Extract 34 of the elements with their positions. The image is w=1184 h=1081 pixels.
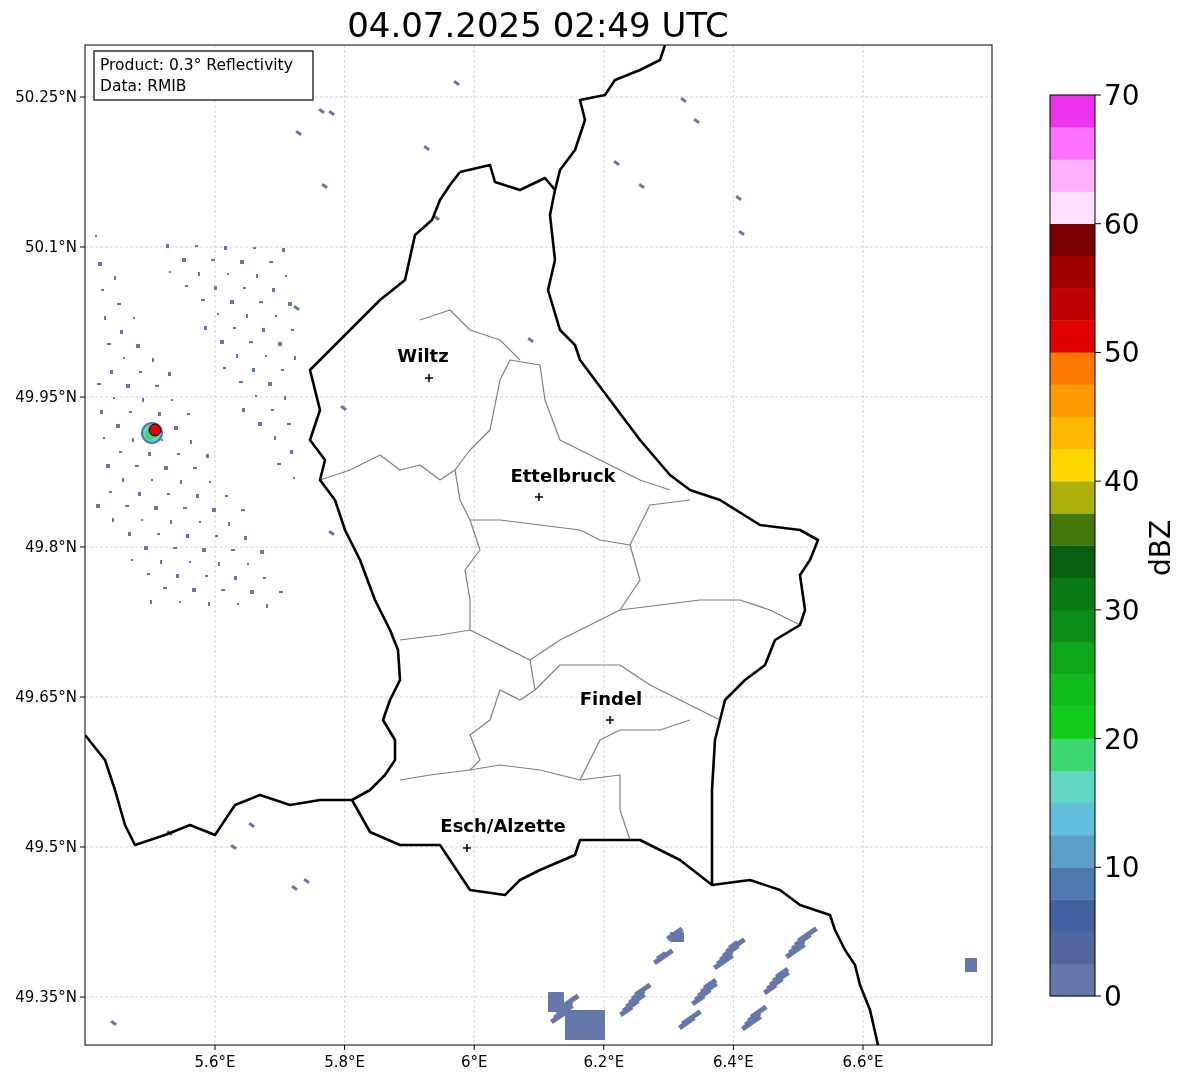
longitude-label: 5.6°E xyxy=(194,1053,236,1071)
chart-title: 04.07.2025 02:49 UTC xyxy=(347,5,729,45)
colorbar-tick-label: 10 xyxy=(1104,851,1140,885)
city-marker-icon xyxy=(462,843,472,853)
colorbar-tick-label: 30 xyxy=(1104,593,1140,627)
latitude-label: 49.65°N xyxy=(15,688,77,706)
radar-site-icon xyxy=(141,422,163,444)
longitude-label: 5.8°E xyxy=(324,1053,365,1071)
city-label: Ettelbruck xyxy=(510,465,616,486)
latitude-label: 49.8°N xyxy=(24,538,77,556)
legend-text: Product: 0.3° Reflectivity xyxy=(100,56,293,74)
latitude-label: 49.5°N xyxy=(24,838,77,856)
city-label: Wiltz xyxy=(397,345,449,366)
latitude-label: 49.95°N xyxy=(15,388,77,406)
colorbar-tick-label: 70 xyxy=(1104,79,1140,112)
longitude-label: 6°E xyxy=(460,1053,488,1071)
city-marker-icon xyxy=(605,715,615,725)
colorbar-tick-label: 40 xyxy=(1104,465,1140,499)
legend-text: Data: RMIB xyxy=(100,77,187,95)
longitude-label: 6.2°E xyxy=(583,1053,625,1071)
colorbar-tick-label: 50 xyxy=(1104,336,1140,370)
city-marker-icon xyxy=(424,373,434,383)
city-label: Findel xyxy=(579,688,643,709)
city-label: Esch/Alzette xyxy=(440,815,566,836)
longitude-label: 6.4°E xyxy=(713,1053,754,1071)
longitude-label: 6.6°E xyxy=(842,1053,884,1071)
latitude-label: 50.25°N xyxy=(15,88,77,106)
colorbar-tick-label: 60 xyxy=(1104,207,1140,241)
latitude-label: 49.35°N xyxy=(15,988,77,1006)
colorbar-tick-label: 20 xyxy=(1104,722,1140,756)
colorbar-tick-label: 0 xyxy=(1104,980,1122,1013)
colorbar-label: dBZ xyxy=(1144,519,1177,577)
latitude-label: 50.1°N xyxy=(24,238,77,256)
city-marker-icon xyxy=(534,492,544,502)
